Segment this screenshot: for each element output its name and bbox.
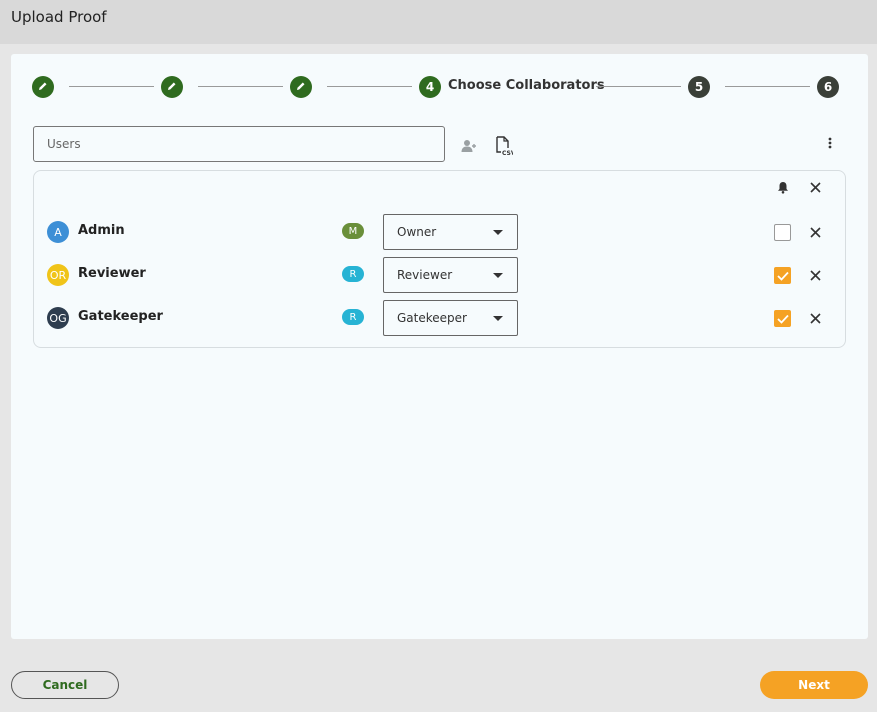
step-connector [596, 86, 681, 87]
cancel-button[interactable]: Cancel [11, 671, 119, 699]
add-user-icon[interactable] [458, 135, 480, 157]
collaborator-name: Gatekeeper [78, 309, 163, 324]
role-badge: R [342, 309, 364, 325]
close-icon [809, 223, 821, 242]
pencil-icon [37, 80, 49, 95]
step-4-label: Choose Collaborators [448, 78, 605, 93]
csv-file-icon[interactable]: CSV [493, 135, 515, 157]
collaborators-panel: A Admin M Owner OR Reviewer R Reviewer O… [33, 170, 846, 348]
role-select[interactable]: Gatekeeper [383, 300, 518, 336]
role-badge: M [342, 223, 364, 239]
collaborator-name: Admin [78, 223, 125, 238]
remove-collaborator-button[interactable] [806, 223, 824, 241]
step-5-number: 5 [694, 80, 704, 94]
bell-icon[interactable] [772, 176, 794, 198]
step-4[interactable]: 4 [419, 76, 441, 98]
step-1[interactable] [32, 76, 54, 98]
caret-down-icon [493, 230, 503, 235]
window-titlebar: Upload Proof [0, 0, 877, 44]
role-select-value: Reviewer [397, 268, 453, 282]
pencil-icon [166, 80, 178, 95]
svg-text:CSV: CSV [502, 150, 513, 156]
caret-down-icon [493, 273, 503, 278]
users-search-input[interactable] [33, 126, 445, 162]
window-title: Upload Proof [11, 8, 107, 26]
avatar: A [47, 221, 69, 243]
close-icon [809, 266, 821, 285]
role-select[interactable]: Owner [383, 214, 518, 250]
notify-checkbox[interactable] [774, 267, 791, 284]
remove-collaborator-button[interactable] [806, 266, 824, 284]
step-connector [725, 86, 810, 87]
step-2[interactable] [161, 76, 183, 98]
close-icon [809, 309, 821, 328]
step-connector [198, 86, 283, 87]
remove-all-button[interactable] [806, 178, 824, 196]
role-select[interactable]: Reviewer [383, 257, 518, 293]
notify-checkbox[interactable] [774, 310, 791, 327]
avatar: OR [47, 264, 69, 286]
step-connector [69, 86, 154, 87]
step-5[interactable]: 5 [688, 76, 710, 98]
step-3[interactable] [290, 76, 312, 98]
more-vertical-icon[interactable] [819, 132, 841, 154]
collaborator-row-admin: A Admin M Owner [34, 214, 845, 250]
collaborator-row-reviewer: OR Reviewer R Reviewer [34, 257, 845, 293]
close-icon [809, 178, 821, 197]
upload-proof-card: 4 Choose Collaborators 5 6 CSV [11, 54, 868, 639]
step-4-number: 4 [425, 80, 435, 94]
step-6-number: 6 [823, 80, 833, 94]
step-connector [327, 86, 412, 87]
role-select-value: Owner [397, 225, 437, 239]
step-6[interactable]: 6 [817, 76, 839, 98]
caret-down-icon [493, 316, 503, 321]
role-badge: R [342, 266, 364, 282]
checkmark-icon [776, 266, 789, 285]
checkmark-icon [776, 309, 789, 328]
remove-collaborator-button[interactable] [806, 309, 824, 327]
avatar: OG [47, 307, 69, 329]
pencil-icon [295, 80, 307, 95]
notify-checkbox[interactable] [774, 224, 791, 241]
role-select-value: Gatekeeper [397, 311, 467, 325]
next-button[interactable]: Next [760, 671, 868, 699]
collaborator-row-gatekeeper: OG Gatekeeper R Gatekeeper [34, 300, 845, 336]
collaborator-name: Reviewer [78, 266, 146, 281]
